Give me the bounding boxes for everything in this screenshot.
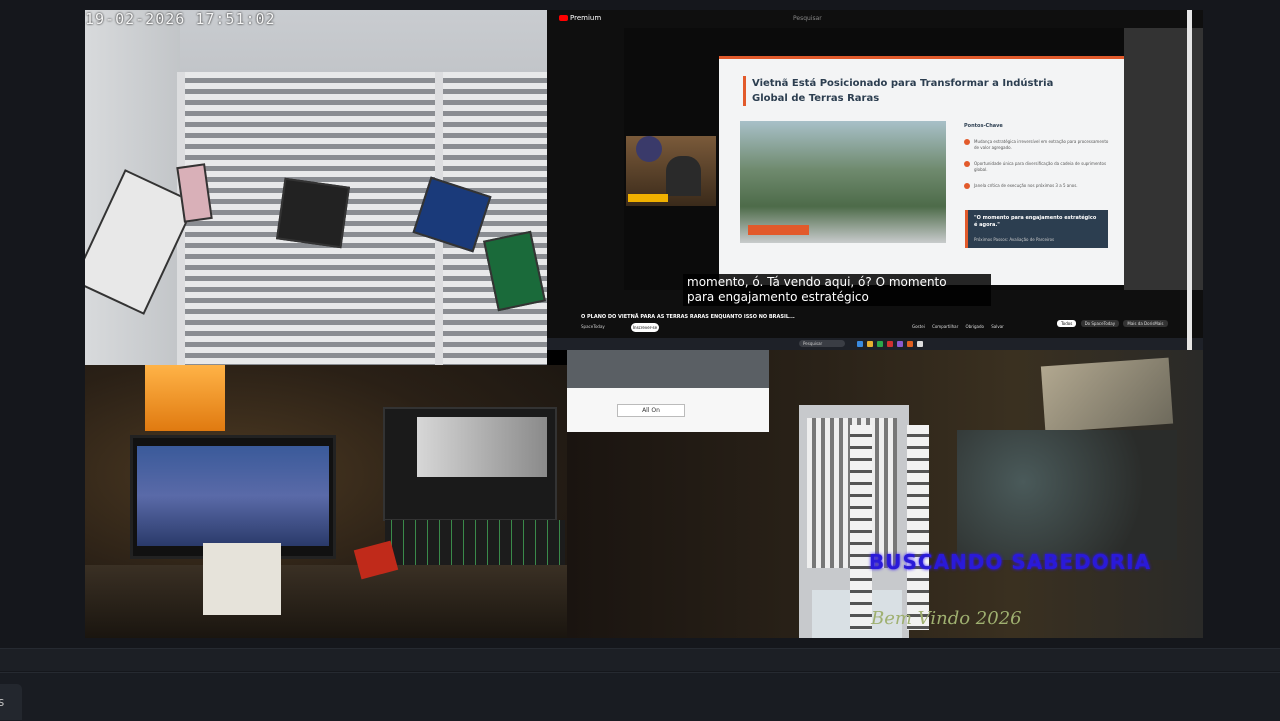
all-on-button[interactable]: All On — [617, 404, 685, 417]
share-button[interactable]: Compartilhar — [932, 324, 958, 329]
key-points-header: Pontos-Chave — [964, 123, 1003, 129]
app-icon[interactable] — [897, 341, 903, 347]
monitor-screen — [137, 446, 329, 546]
search-input[interactable]: Pesquisar — [793, 15, 923, 22]
video-actions: Gostei Compartilhar Obrigado Salvar — [912, 324, 1004, 329]
quote-source: Próximos Passos: Avaliação de Parceiros — [974, 237, 1055, 242]
quote-box: "O momento para engajamento estratégico … — [965, 210, 1108, 248]
key-point: Janela crítica de execução nos próximos … — [964, 183, 1114, 189]
channel-logo — [636, 136, 662, 162]
filter-chips: Todos Do SpaceToday Mais da DorisMais — [1057, 320, 1171, 327]
quote-text: "O momento para engajamento estratégico … — [974, 215, 1097, 228]
streamer — [666, 156, 701, 196]
popup-window: All On — [567, 350, 769, 432]
studio-camera-feed — [85, 365, 567, 638]
key-point: Oportunidade única para diversificação d… — [964, 161, 1114, 173]
like-button[interactable]: Gostei — [912, 324, 925, 329]
streamer-webcam — [626, 136, 716, 206]
save-button[interactable]: Salvar — [991, 324, 1004, 329]
app-icon[interactable] — [877, 341, 883, 347]
overlay-subtitle: Bem Vindo 2026 — [871, 608, 1022, 629]
slide-photo — [740, 121, 946, 243]
lamp — [145, 365, 225, 431]
subtitle-line: para engajamento estratégico — [687, 290, 869, 304]
app-icon[interactable] — [857, 341, 863, 347]
app-icon[interactable] — [917, 341, 923, 347]
app-icon[interactable] — [867, 341, 873, 347]
slide-photo-label — [748, 225, 809, 235]
overlay-title: BUSCANDO SABEDORIA — [869, 550, 1152, 574]
chip-channel[interactable]: Do SpaceToday — [1080, 320, 1120, 327]
desk — [85, 565, 567, 638]
subscribe-button[interactable]: Inscrever-se — [631, 323, 659, 332]
wall-poster — [1040, 357, 1174, 433]
presentation-slide: Vietnã Está Posicionado para Transformar… — [719, 56, 1124, 285]
gate — [177, 72, 547, 365]
graffiti-wall — [957, 430, 1177, 560]
app-icon[interactable] — [887, 341, 893, 347]
window-edge — [1187, 10, 1192, 350]
camera-timestamp: 19-02-2026 17:51:02 — [85, 10, 276, 28]
screen-capture: Premium Pesquisar Vietnã Está Posicionad… — [547, 10, 1203, 350]
app-toolbar — [0, 648, 1280, 671]
key-point: Mudança estratégica irreversível em extr… — [964, 139, 1114, 151]
hanging-board — [276, 177, 350, 249]
youtube-logo[interactable]: Premium — [559, 14, 601, 22]
subtitle-line: momento, ó. Tá vendo aqui, ó? O momento — [687, 275, 947, 289]
side-panel-handle[interactable]: s — [0, 684, 22, 720]
slide-title: Vietnã Está Posicionado para Transformar… — [743, 76, 1082, 106]
door-panel — [907, 425, 929, 630]
door-panel — [850, 425, 872, 630]
thanks-button[interactable]: Obrigado — [966, 324, 984, 329]
taskbar-search[interactable]: Pesquisar — [799, 340, 845, 347]
monitor-screen — [417, 417, 547, 477]
monitor — [383, 407, 557, 521]
youtube-header: Premium Pesquisar — [547, 10, 1203, 30]
windows-taskbar: Pesquisar — [547, 338, 1203, 350]
app-statusbar — [0, 672, 1280, 721]
video-subtitles: momento, ó. Tá vendo aqui, ó? O momento … — [683, 274, 991, 306]
chip-more[interactable]: Mais da DorisMais — [1123, 320, 1168, 327]
video-mosaic: 19-02-2026 17:51:02 Premium Pesquisar Vi… — [85, 10, 1203, 638]
app-icon[interactable] — [907, 341, 913, 347]
chip-all[interactable]: Todos — [1057, 320, 1077, 327]
video-title: O PLANO DO VIETNÃ PARA AS TERRAS RARAS E… — [581, 314, 795, 320]
outdoor-camera-feed: 19-02-2026 17:51:02 — [85, 10, 547, 365]
desk-calendar — [203, 543, 281, 615]
webcam-tag — [628, 194, 668, 202]
popup-preview — [567, 350, 769, 388]
channel-name[interactable]: SpaceToday — [581, 324, 605, 329]
monitor — [130, 435, 336, 559]
